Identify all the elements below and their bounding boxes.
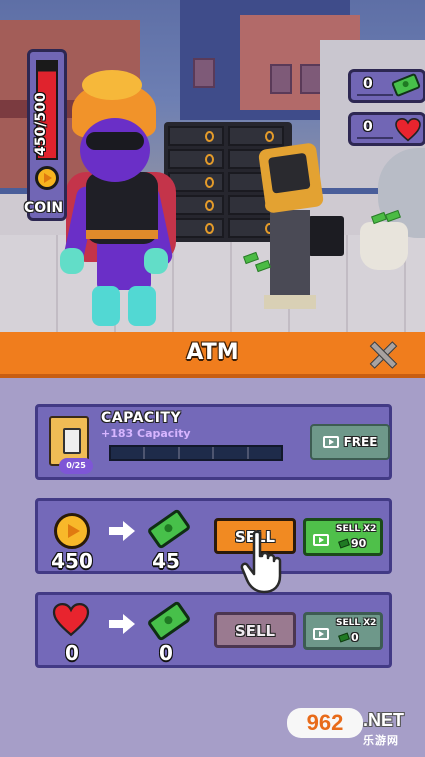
safe-drawer [168, 218, 224, 238]
watermark-logo: 962 [287, 708, 363, 738]
heart-exchange-row: 0 0 SELL SELL X2 0 [35, 592, 392, 668]
money-counter: 0 [348, 69, 425, 103]
money-icon [338, 632, 350, 643]
video-icon [322, 435, 339, 448]
video-icon [313, 628, 329, 640]
free-upgrade-button[interactable]: FREE [310, 424, 390, 460]
capacity-progress-bar [109, 445, 283, 461]
sell-x2-label: SELL X2 [336, 524, 377, 534]
atm-machine-body [270, 210, 310, 308]
money-icon [390, 72, 422, 98]
video-icon [313, 534, 329, 546]
safe-drawer [228, 126, 284, 146]
heart-count: 0 [363, 119, 373, 135]
heart-amount: 0 [65, 641, 79, 665]
building-window [193, 58, 215, 88]
coin-exchange-row: 450 45 SELL SELL X2 90 [35, 498, 392, 574]
money-amount: 45 [152, 549, 180, 573]
capacity-subtitle: +183 Capacity [101, 427, 191, 440]
arrow-right-icon [108, 613, 136, 635]
sell-hearts-button[interactable]: SELL [214, 612, 296, 648]
watermark-sub: 乐游网 [363, 734, 399, 747]
coin-label: COIN [24, 200, 64, 216]
watermark-suffix: .NET [363, 710, 405, 730]
capacity-card: 0/25 CAPACITY +183 Capacity FREE [35, 404, 392, 480]
money-icon [146, 600, 192, 642]
free-label: FREE [343, 435, 378, 449]
black-case [308, 216, 344, 256]
health-panel: 450/500 [27, 49, 67, 221]
money-count: 0 [363, 76, 373, 92]
sell-hearts-x2-button[interactable]: SELL X2 0 [303, 612, 383, 650]
capacity-badge: 0/25 [59, 458, 93, 474]
sell-x2-amount: 0 [351, 631, 359, 644]
watermark: 962 .NET 乐游网 [287, 704, 419, 754]
sell-x2-amount: 90 [351, 537, 367, 550]
money-icon [146, 508, 192, 550]
safe-drawer [168, 126, 224, 146]
heart-counter: 0 [348, 112, 425, 146]
building-window [270, 64, 292, 94]
heart-icon [52, 603, 90, 637]
atm-header: ATM [0, 332, 425, 378]
safe-drawer [168, 172, 224, 192]
sell-x2-label: SELL X2 [336, 618, 377, 628]
money-icon [338, 538, 350, 549]
safe-drawer [168, 195, 224, 215]
health-text: 450/500 [33, 92, 49, 156]
tap-hand-icon [240, 530, 286, 594]
capacity-title: CAPACITY [101, 410, 182, 426]
atm-machine-base [264, 295, 316, 309]
close-button[interactable] [368, 340, 396, 368]
atm-machine-screen [257, 142, 325, 214]
coin-icon [35, 166, 59, 190]
building-window [300, 64, 322, 94]
arrow-right-icon [108, 520, 136, 542]
atm-title: ATM [186, 340, 239, 365]
game-scene: 450/500 COIN 0 0 [0, 0, 425, 332]
safe-drawer [168, 149, 224, 169]
coin-amount: 450 [51, 549, 93, 573]
heart-icon [395, 118, 421, 142]
money-bag [360, 222, 408, 270]
sell-coins-x2-button[interactable]: SELL X2 90 [303, 518, 383, 556]
money-amount: 0 [159, 641, 173, 665]
coin-icon [54, 513, 90, 549]
